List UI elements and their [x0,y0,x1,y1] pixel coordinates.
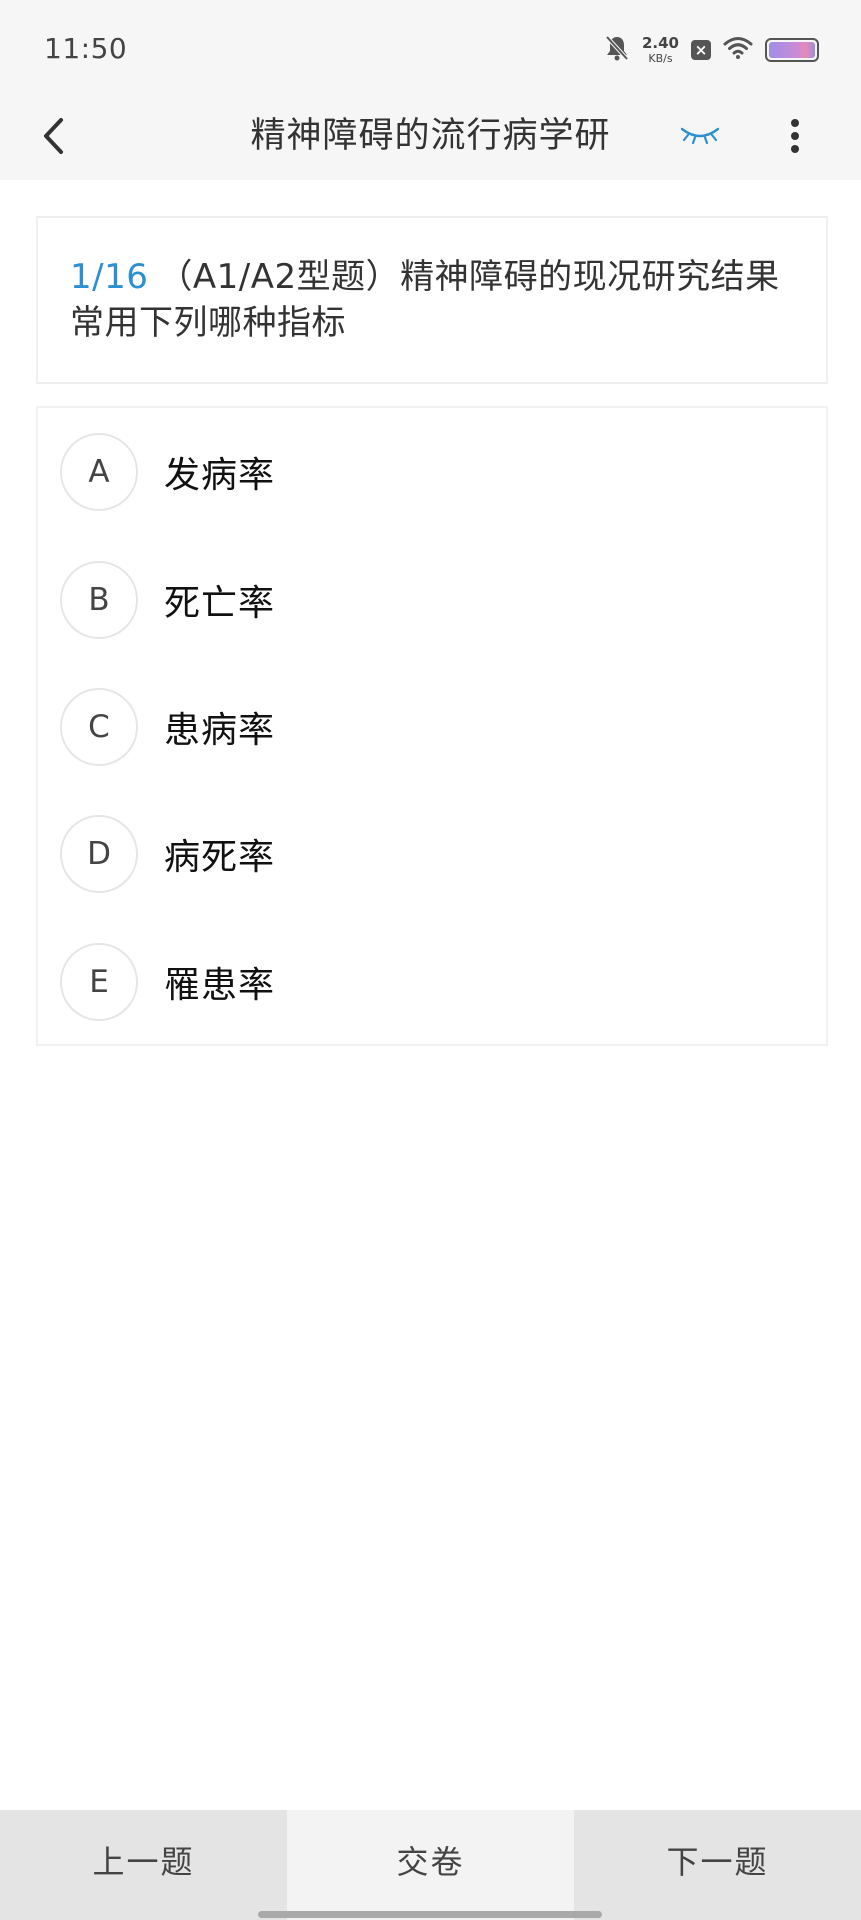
option-text: 死亡率 [164,583,276,624]
eye-toggle-button[interactable] [672,114,728,162]
option-e[interactable]: E 罹患率 [60,942,800,1022]
question-card: 1/16 （A1/A2型题）精神障碍的现况研究结果常用下列哪种指标 [36,216,828,384]
question-number: 1/16 [70,257,149,297]
option-letter: C [60,688,138,766]
eye-closed-icon [680,125,720,151]
bottom-navigation-bar: 上一题 交卷 下一题 [0,1810,861,1920]
option-text: 病死率 [164,837,276,878]
network-speed-value: 2.40 [641,34,679,52]
option-a[interactable]: A 发病率 [60,432,800,512]
battery-icon [765,38,819,62]
question-stem: （A1/A2型题）精神障碍的现况研究结果常用下列哪种指标 [70,257,780,343]
option-letter: E [60,943,138,1021]
more-options-button[interactable] [770,110,820,166]
status-icons: 2.40 KB/s × [604,30,819,70]
status-bar: 11:50 2.40 KB/s × [0,0,861,96]
option-letter: D [60,815,138,893]
battery-level [769,42,815,58]
option-letter: B [60,561,138,639]
wifi-icon [723,36,753,64]
sim-x-icon: × [691,40,711,60]
page-title: 精神障碍的流行病学研 [250,116,611,156]
previous-question-button[interactable]: 上一题 [0,1810,287,1920]
options-card: A 发病率 B 死亡率 C 患病率 D 病死率 E 罹患率 [36,406,828,1046]
bell-muted-icon [604,34,630,66]
option-b[interactable]: B 死亡率 [60,560,800,640]
option-c[interactable]: C 患病率 [60,687,800,767]
network-speed: 2.40 KB/s [641,34,679,65]
app-bar: 精神障碍的流行病学研 [0,96,861,180]
next-question-button[interactable]: 下一题 [574,1810,861,1920]
status-time: 11:50 [44,32,128,65]
option-text: 患病率 [164,710,276,751]
option-d[interactable]: D 病死率 [60,814,800,894]
submit-exam-button[interactable]: 交卷 [287,1810,574,1920]
option-letter: A [60,433,138,511]
more-vertical-icon [789,118,801,158]
option-text: 罹患率 [164,965,276,1006]
option-text: 发病率 [164,455,276,496]
network-speed-unit: KB/s [648,52,673,65]
question-text-block: 1/16 （A1/A2型题）精神障碍的现况研究结果常用下列哪种指标 [70,254,796,346]
home-indicator[interactable] [258,1911,602,1918]
